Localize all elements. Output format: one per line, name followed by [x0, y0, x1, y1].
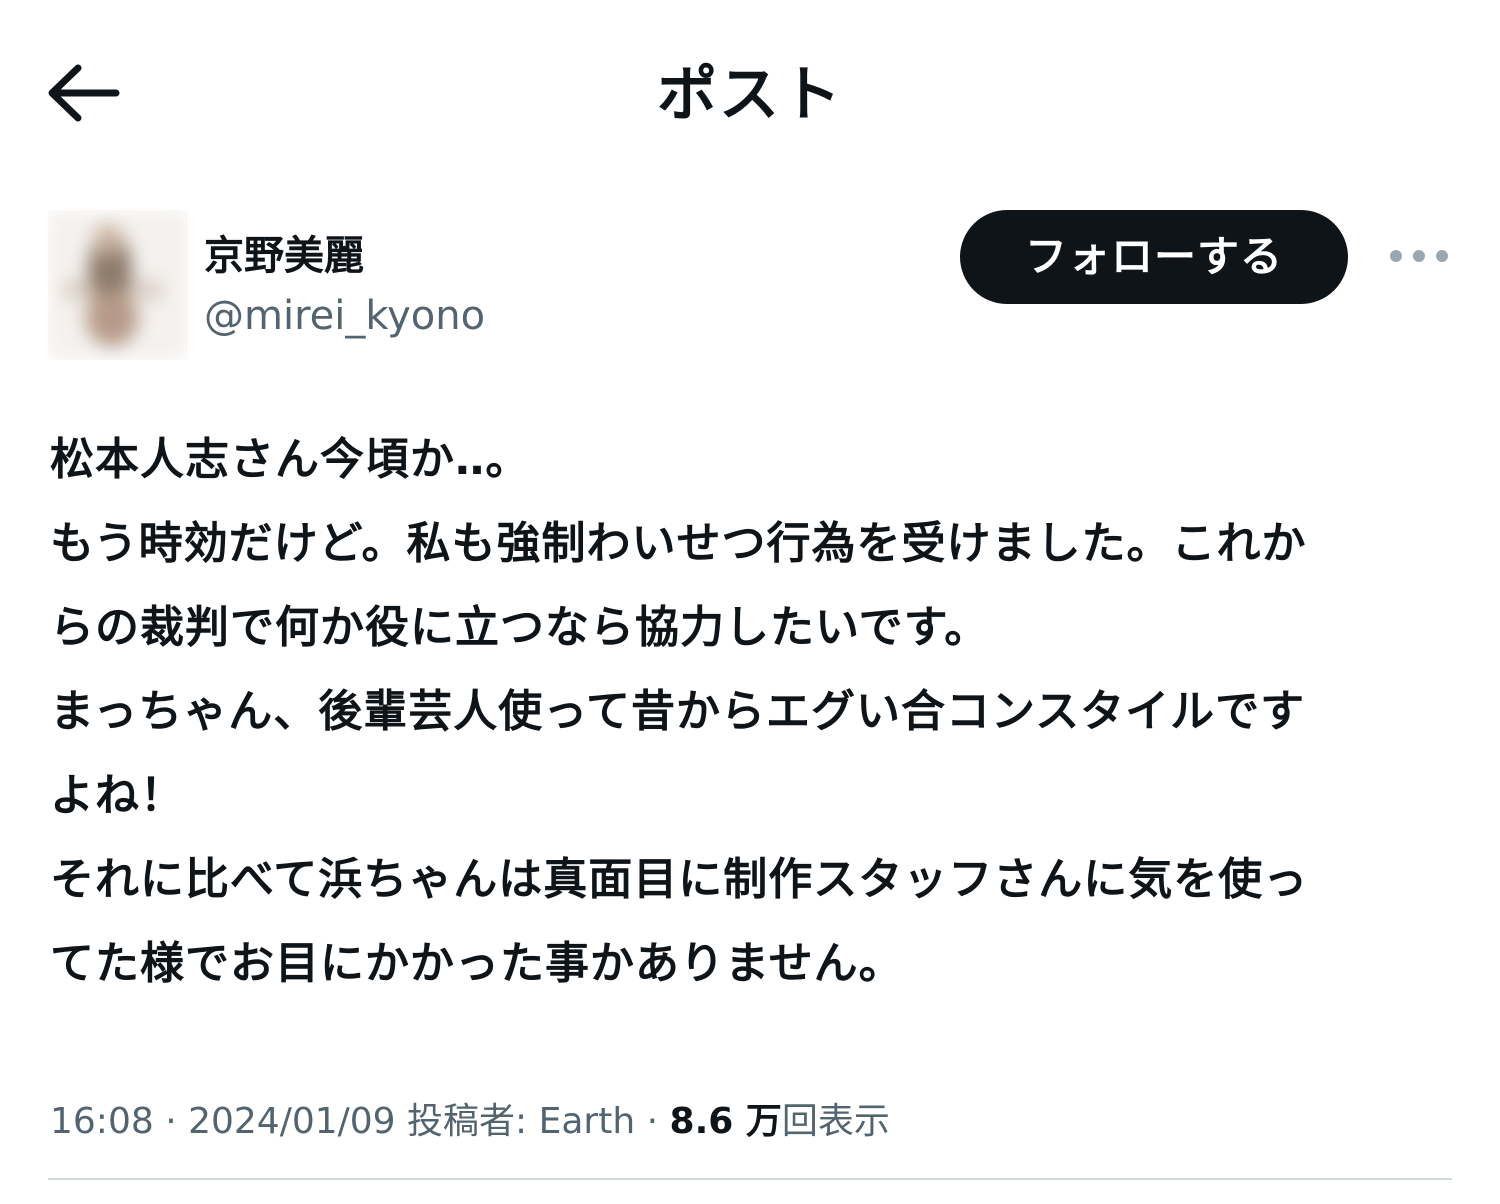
- views-label[interactable]: 回表示: [782, 1101, 890, 1142]
- more-horizontal-icon: [1390, 250, 1448, 262]
- post-line: 松本人志さん今頃か‥。: [50, 434, 531, 485]
- poster-label: 投稿者: Earth: [407, 1101, 636, 1142]
- post-meta: 16:08 · 2024/01/09 投稿者: Earth · 8.6 万回表示: [50, 1092, 1450, 1152]
- more-options-button[interactable]: [1384, 238, 1454, 274]
- post-line: てた様でお目にかかった事かありません。: [50, 938, 904, 989]
- top-bar: ポスト: [0, 0, 1500, 190]
- user-handle[interactable]: @mirei_kyono: [204, 288, 485, 344]
- post-date[interactable]: 2024/01/09: [188, 1101, 396, 1142]
- post-line: それに比べて浜ちゃんは真面目に制作スタッフさんに気を使っ: [50, 854, 1309, 905]
- page-title: ポスト: [657, 60, 843, 130]
- follow-button[interactable]: フォローする: [960, 210, 1348, 304]
- meta-separator: ·: [635, 1101, 670, 1142]
- divider: [48, 1178, 1452, 1180]
- meta-separator: ·: [153, 1101, 189, 1142]
- post-author: 京野美麗 @mirei_kyono フォローする: [48, 210, 1452, 360]
- views-count[interactable]: 8.6 万: [670, 1101, 782, 1142]
- post-time[interactable]: 16:08: [50, 1101, 154, 1142]
- avatar[interactable]: [48, 210, 188, 360]
- post-body: 松本人志さん今頃か‥。 もう時効だけど。私も強制わいせつ行為を受けました。これか…: [50, 418, 1430, 1006]
- display-name[interactable]: 京野美麗: [204, 228, 364, 284]
- post-line: もう時効だけど。私も強制わいせつ行為を受けました。これか: [50, 518, 1307, 569]
- post-line: よね！: [50, 770, 185, 821]
- post-line: まっちゃん、後輩芸人使って昔からエグい合コンスタイルです: [50, 686, 1306, 737]
- post-line: らの裁判で何か役に立つなら協力したいです。: [50, 602, 990, 653]
